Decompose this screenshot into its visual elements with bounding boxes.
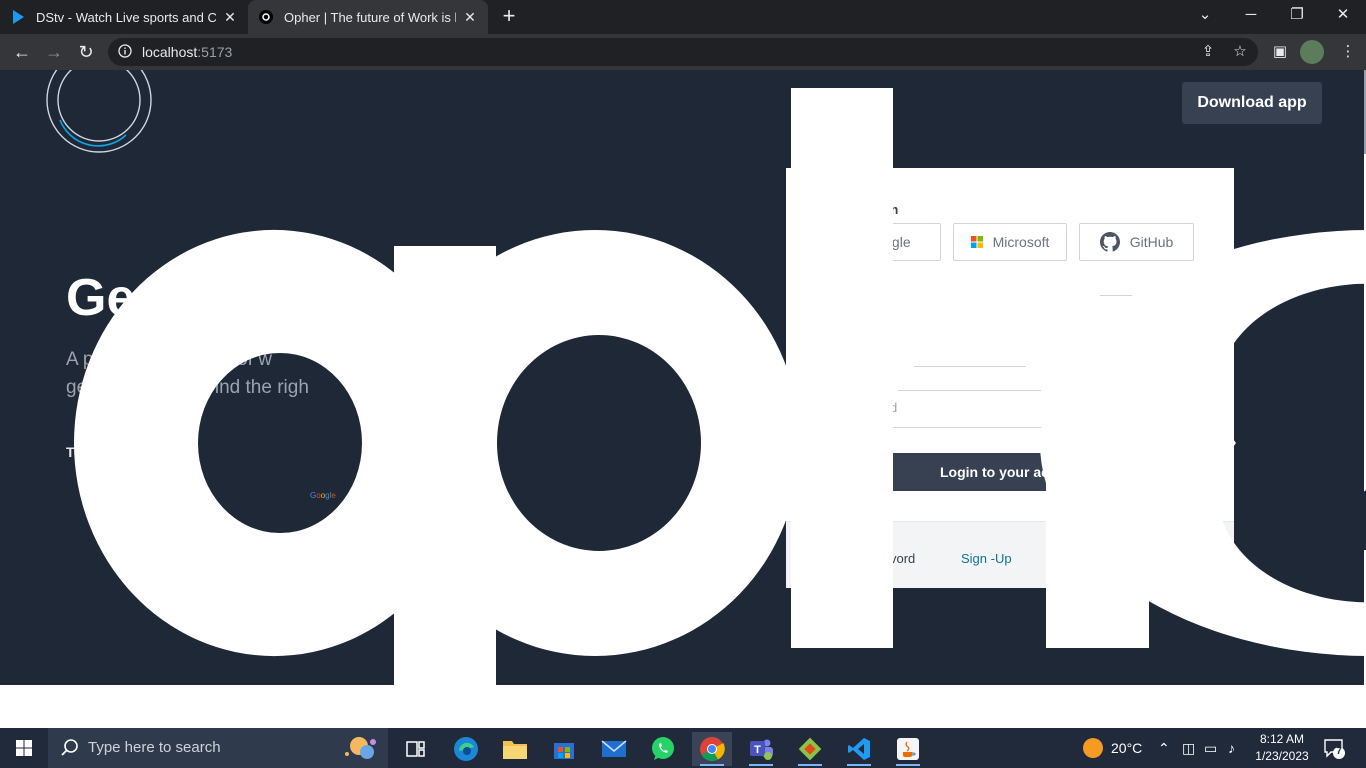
brand-letter-p-bowl bbox=[390, 230, 800, 656]
taskbar-search-box[interactable]: Type here to search bbox=[48, 728, 388, 768]
back-icon[interactable]: ← bbox=[8, 38, 36, 66]
tab-close-icon[interactable]: ✕ bbox=[462, 9, 478, 26]
close-window-icon[interactable]: ✕ bbox=[1320, 0, 1366, 34]
url-text: localhost:5173 bbox=[142, 44, 232, 60]
address-bar[interactable]: localhost:5173 bbox=[108, 38, 1258, 66]
new-tab-button[interactable]: + bbox=[498, 5, 520, 27]
dstv-play-icon bbox=[13, 10, 24, 24]
weather-temperature[interactable]: 20°C bbox=[1111, 728, 1142, 768]
vscode-icon[interactable] bbox=[839, 732, 879, 766]
task-view-icon[interactable] bbox=[396, 732, 436, 766]
search-placeholder: Type here to search bbox=[88, 739, 221, 756]
profile-avatar[interactable] bbox=[1300, 40, 1324, 64]
opher-logo-icon bbox=[259, 10, 273, 24]
brand-letter-e-cut bbox=[1290, 340, 1366, 550]
tab-title: Opher | The future of Work is here bbox=[284, 9, 456, 25]
volume-icon[interactable]: ♪ bbox=[1228, 728, 1235, 768]
opher-brand-lettering bbox=[73, 88, 1366, 686]
windows-taskbar: Type here to search T 20°C ⌃ ◫ ▭ ♪ 8:12 … bbox=[0, 728, 1366, 768]
search-icon bbox=[61, 739, 78, 756]
windows-start-icon[interactable] bbox=[0, 728, 48, 768]
share-icon[interactable]: ⇪ bbox=[1196, 40, 1220, 64]
search-highlight-icon bbox=[345, 737, 376, 759]
restore-icon[interactable]: ❐ bbox=[1274, 0, 1320, 34]
battery-icon[interactable]: ▭ bbox=[1204, 728, 1217, 768]
taskbar-clock[interactable]: 8:12 AM 1/23/2023 bbox=[1250, 731, 1314, 765]
bookmark-star-icon[interactable]: ☆ bbox=[1228, 40, 1252, 64]
url-port: :5173 bbox=[197, 44, 233, 60]
microsoft-store-icon[interactable] bbox=[544, 732, 584, 766]
teams-icon[interactable]: T bbox=[741, 732, 781, 766]
web-page: Download app Ge A p ature of w your sk h… bbox=[0, 70, 1366, 728]
chrome-icon[interactable] bbox=[692, 732, 732, 766]
tray-chevron-up-icon[interactable]: ⌃ bbox=[1158, 728, 1170, 768]
java-icon[interactable] bbox=[888, 732, 928, 766]
clock-time: 8:12 AM bbox=[1259, 732, 1305, 746]
notification-center-icon[interactable]: 7 bbox=[1322, 736, 1346, 760]
browser-tab-bar: DStv - Watch Live sports and Catch Up ✕ … bbox=[0, 0, 1366, 34]
clock-date: 1/23/2023 bbox=[1255, 749, 1309, 763]
notification-count: 7 bbox=[1336, 746, 1342, 757]
edge-icon[interactable] bbox=[446, 732, 486, 766]
side-panel-icon[interactable]: ▣ bbox=[1268, 40, 1292, 64]
meet-now-icon[interactable]: ◫ bbox=[1182, 728, 1195, 768]
reload-icon[interactable]: ↻ bbox=[72, 38, 100, 66]
forward-icon[interactable]: → bbox=[40, 38, 68, 66]
site-info-icon[interactable] bbox=[118, 44, 132, 58]
tab-dstv[interactable]: DStv - Watch Live sports and Catch Up ✕ bbox=[0, 0, 248, 34]
tab-close-icon[interactable]: ✕ bbox=[222, 9, 238, 26]
git-gui-icon[interactable] bbox=[790, 732, 830, 766]
weather-sun-icon[interactable] bbox=[1082, 737, 1104, 759]
mail-icon[interactable] bbox=[594, 732, 634, 766]
whatsapp-icon[interactable] bbox=[643, 732, 683, 766]
svg-text:T: T bbox=[754, 744, 761, 756]
url-host: localhost bbox=[142, 44, 198, 60]
menu-kebab-icon[interactable]: ⋮ bbox=[1336, 40, 1360, 64]
tab-opher[interactable]: Opher | The future of Work is here ✕ bbox=[248, 0, 488, 34]
file-explorer-icon[interactable] bbox=[495, 732, 535, 766]
tab-search-chevron-icon[interactable]: ⌄ bbox=[1182, 0, 1228, 34]
brand-letter-h-stem bbox=[791, 88, 893, 648]
tab-title: DStv - Watch Live sports and Catch Up bbox=[36, 9, 216, 25]
minimize-icon[interactable]: ─ bbox=[1228, 0, 1274, 34]
